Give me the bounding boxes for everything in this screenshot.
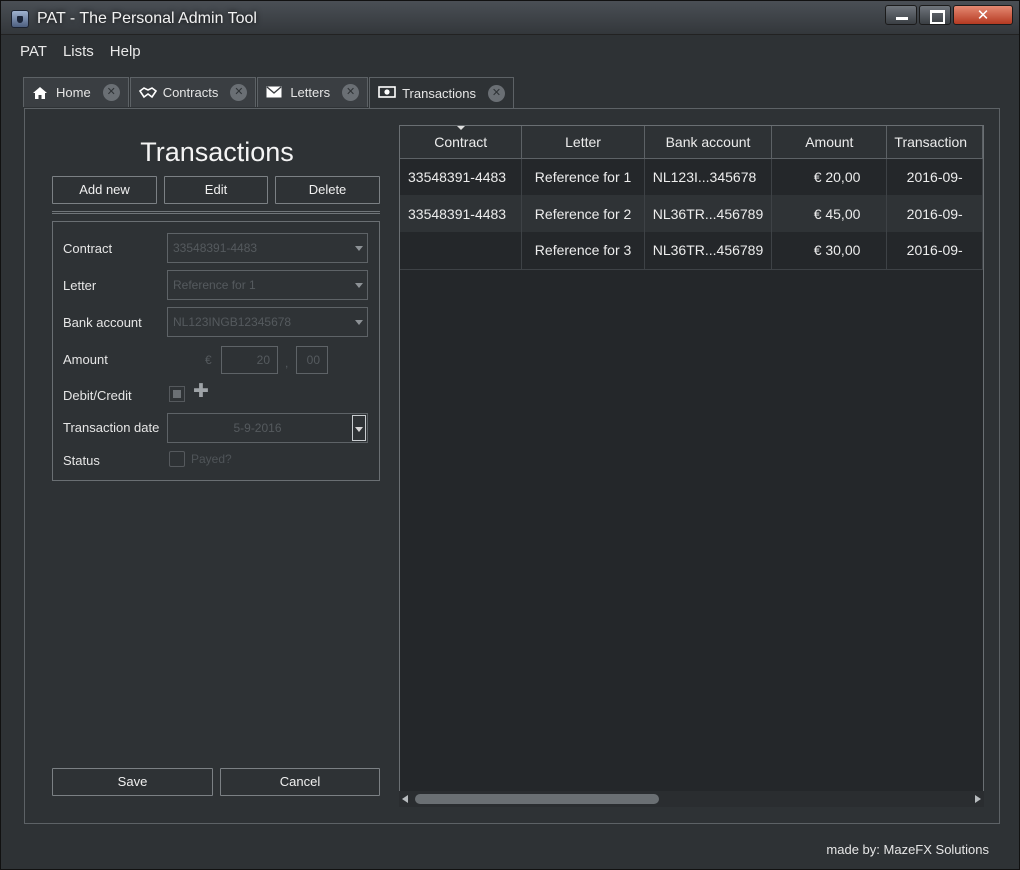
cell-contract: 33548391-4483: [400, 195, 523, 232]
transaction-date-picker[interactable]: 5-9-2016: [167, 413, 368, 443]
transaction-date-label: Transaction date: [63, 420, 160, 435]
column-header-contract[interactable]: Contract: [400, 126, 523, 159]
cell-transaction-date: 2016-09-: [886, 158, 983, 195]
decimal-separator: ,: [285, 356, 289, 370]
contract-label: Contract: [63, 241, 113, 256]
cell-contract: [400, 232, 523, 270]
tab-home-label: Home: [56, 85, 91, 100]
cell-bank-account: NL36TR...456789: [644, 232, 773, 270]
letter-select[interactable]: Reference for 1: [167, 270, 368, 300]
tab-transactions[interactable]: Transactions: [369, 77, 515, 108]
window-title: PAT - The Personal Admin Tool: [37, 10, 257, 27]
amount-label: Amount: [63, 352, 108, 367]
letter-select-value: Reference for 1: [173, 278, 256, 292]
tab-letters-close-icon[interactable]: [342, 84, 360, 101]
transactions-grid: Contract Letter Bank account Amount Tran…: [400, 126, 983, 270]
menu-bar: PAT Lists Help: [11, 41, 141, 65]
scroll-left-arrow-icon[interactable]: [402, 795, 408, 803]
column-header-contract-label: Contract: [434, 133, 488, 150]
amount-cents-input[interactable]: 00: [296, 346, 328, 374]
bank-account-label: Bank account: [63, 315, 142, 330]
app-logo-icon: [11, 10, 29, 28]
tab-contracts-close-icon[interactable]: [230, 84, 248, 101]
app-window: PAT - The Personal Admin Tool PAT Lists …: [0, 0, 1020, 870]
table-row[interactable]: 33548391-4483 Reference for 2 NL36TR...4…: [400, 195, 983, 232]
transactions-view: Transactions Add new Edit Delete Contrac…: [24, 108, 1000, 824]
tab-contracts[interactable]: Contracts: [129, 77, 257, 107]
date-dropdown-button[interactable]: [352, 415, 366, 441]
delete-button[interactable]: Delete: [275, 176, 380, 204]
envelope-icon: [266, 85, 282, 100]
sort-indicator-icon: [457, 126, 465, 130]
chevron-down-icon: [355, 283, 363, 288]
cell-amount: € 20,00: [771, 158, 888, 195]
contract-select-value: 33548391-4483: [173, 241, 258, 255]
column-header-letter[interactable]: Letter: [521, 126, 645, 159]
tab-home[interactable]: Home: [23, 77, 129, 107]
bank-account-select[interactable]: NL123INGB12345678: [167, 307, 368, 337]
tab-letters-label: Letters: [290, 85, 331, 100]
cell-amount: € 45,00: [771, 195, 888, 232]
footer-credit: made by: MazeFX Solutions: [826, 842, 989, 857]
cell-letter: Reference for 1: [521, 158, 645, 195]
window-controls: [885, 5, 1013, 25]
transaction-date-value: 5-9-2016: [233, 421, 282, 435]
horizontal-scrollbar[interactable]: [399, 791, 984, 807]
chevron-down-icon: [355, 320, 363, 325]
tab-transactions-close-icon[interactable]: [488, 84, 506, 102]
tab-home-close-icon[interactable]: [102, 84, 120, 101]
edit-button[interactable]: Edit: [164, 176, 268, 204]
cell-letter: Reference for 3: [521, 232, 645, 270]
currency-symbol: €: [205, 353, 212, 367]
divider: [52, 211, 380, 214]
cell-amount: € 30,00: [771, 232, 888, 270]
cell-bank-account: NL123I...345678: [644, 158, 773, 195]
table-row[interactable]: 33548391-4483 Reference for 1 NL123I...3…: [400, 158, 983, 195]
home-icon: [32, 86, 48, 100]
cell-bank-account: NL36TR...456789: [644, 195, 773, 232]
table-row[interactable]: Reference for 3 NL36TR...456789 € 30,00 …: [400, 232, 983, 270]
cancel-button[interactable]: Cancel: [220, 768, 380, 796]
column-header-amount[interactable]: Amount: [771, 126, 888, 159]
add-new-button[interactable]: Add new: [52, 176, 157, 204]
cell-letter: Reference for 2: [521, 195, 645, 232]
scrollbar-thumb[interactable]: [415, 794, 659, 804]
letter-label: Letter: [63, 278, 97, 293]
save-button[interactable]: Save: [52, 768, 213, 796]
close-window-button[interactable]: [953, 5, 1013, 25]
tab-transactions-label: Transactions: [402, 85, 477, 101]
handshake-icon: [138, 86, 157, 100]
menu-pat[interactable]: PAT: [20, 41, 47, 65]
title-bar[interactable]: PAT - The Personal Admin Tool: [1, 1, 1019, 35]
menu-help[interactable]: Help: [110, 41, 141, 65]
tab-letters[interactable]: Letters: [257, 77, 369, 107]
contract-select[interactable]: 33548391-4483: [167, 233, 368, 263]
chevron-down-icon: [355, 246, 363, 251]
transaction-editor-panel: Transactions Add new Edit Delete Contrac…: [52, 109, 382, 809]
debit-credit-toggle[interactable]: [169, 386, 185, 402]
status-label: Status: [63, 453, 100, 468]
menu-lists[interactable]: Lists: [63, 41, 94, 65]
transaction-form: Contract 33548391-4483 Letter Reference …: [52, 221, 380, 481]
cell-transaction-date: 2016-09-: [886, 195, 983, 232]
page-title: Transactions: [140, 137, 294, 167]
tab-contracts-label: Contracts: [162, 85, 219, 100]
plus-icon[interactable]: ✚: [193, 382, 209, 402]
bank-account-select-value: NL123INGB12345678: [173, 315, 292, 329]
scroll-right-arrow-icon[interactable]: [975, 795, 981, 803]
column-header-bank-account[interactable]: Bank account: [644, 126, 773, 159]
maximize-button[interactable]: [919, 5, 951, 25]
minimize-button[interactable]: [885, 5, 917, 25]
transactions-table[interactable]: Contract Letter Bank account Amount Tran…: [399, 125, 984, 807]
column-header-transaction-date[interactable]: Transaction: [886, 126, 983, 159]
payed-checkbox[interactable]: [169, 451, 185, 467]
amount-whole-input[interactable]: 20: [221, 346, 278, 374]
cell-contract: 33548391-4483: [400, 158, 523, 195]
payed-checkbox-label: Payed?: [191, 452, 232, 466]
tab-bar: Home Contracts Letters Transactions: [23, 77, 515, 108]
money-icon: [378, 86, 396, 100]
debit-credit-label: Debit/Credit: [63, 388, 132, 403]
cell-transaction-date: 2016-09-: [886, 232, 983, 270]
